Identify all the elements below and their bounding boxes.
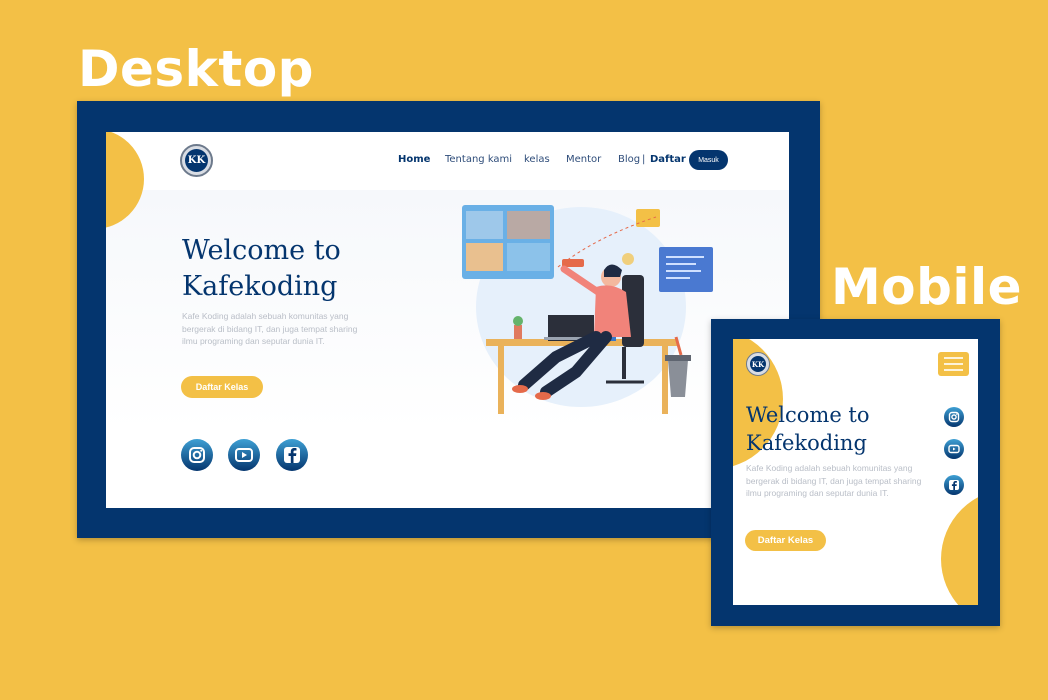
- mobile-daftar-kelas-button[interactable]: Daftar Kelas: [745, 530, 826, 551]
- hero-description: Kafe Koding adalah sebuah komunitas yang…: [182, 311, 358, 346]
- desktop-label: Desktop: [78, 40, 314, 98]
- nav-tentang-kami[interactable]: Tentang kami: [445, 154, 512, 165]
- mobile-logo-mark: KK: [750, 356, 766, 372]
- decorative-blob-bottom: [941, 489, 978, 605]
- hero-title: Welcome to Kafekoding: [182, 233, 392, 305]
- hero-title-line2: Kafekoding: [182, 271, 338, 302]
- mobile-label: Mobile: [831, 258, 1023, 316]
- nav-mentor[interactable]: Mentor: [566, 154, 601, 165]
- nav-daftar[interactable]: Daftar: [650, 154, 686, 165]
- nav-home[interactable]: Home: [398, 154, 430, 165]
- logo-mark: KK: [185, 149, 208, 172]
- kafekoding-logo[interactable]: KK: [180, 144, 213, 177]
- mobile-hero-title: Welcome to Kafekoding: [746, 401, 936, 457]
- mobile-kafekoding-logo[interactable]: KK: [746, 352, 770, 376]
- nav-separator: |: [642, 154, 646, 165]
- daftar-kelas-button[interactable]: Daftar Kelas: [181, 376, 263, 398]
- facebook-icon[interactable]: [944, 475, 964, 495]
- mobile-hero-title-line2: Kafekoding: [746, 431, 867, 455]
- workspace-illustration: [462, 205, 713, 414]
- nav-blog[interactable]: Blog: [618, 154, 640, 165]
- desktop-frame: KK Home Tentang kami kelas Mentor Blog |…: [77, 101, 820, 538]
- youtube-icon[interactable]: [228, 439, 260, 471]
- nav-kelas[interactable]: kelas: [524, 154, 550, 165]
- masuk-button[interactable]: Masuk: [689, 150, 728, 170]
- hero-title-line1: Welcome to: [182, 235, 341, 266]
- mobile-hero-title-line1: Welcome to: [746, 403, 870, 427]
- mobile-frame: KK Welcome to Kafekoding Kafe Koding ada…: [711, 319, 1000, 626]
- instagram-icon[interactable]: [944, 407, 964, 427]
- desktop-screen: KK Home Tentang kami kelas Mentor Blog |…: [106, 132, 789, 508]
- youtube-icon[interactable]: [944, 439, 964, 459]
- facebook-icon[interactable]: [276, 439, 308, 471]
- mobile-screen: KK Welcome to Kafekoding Kafe Koding ada…: [733, 339, 978, 605]
- mobile-hero-description: Kafe Koding adalah sebuah komunitas yang…: [746, 463, 922, 498]
- instagram-icon[interactable]: [181, 439, 213, 471]
- hamburger-menu-icon[interactable]: [938, 352, 969, 376]
